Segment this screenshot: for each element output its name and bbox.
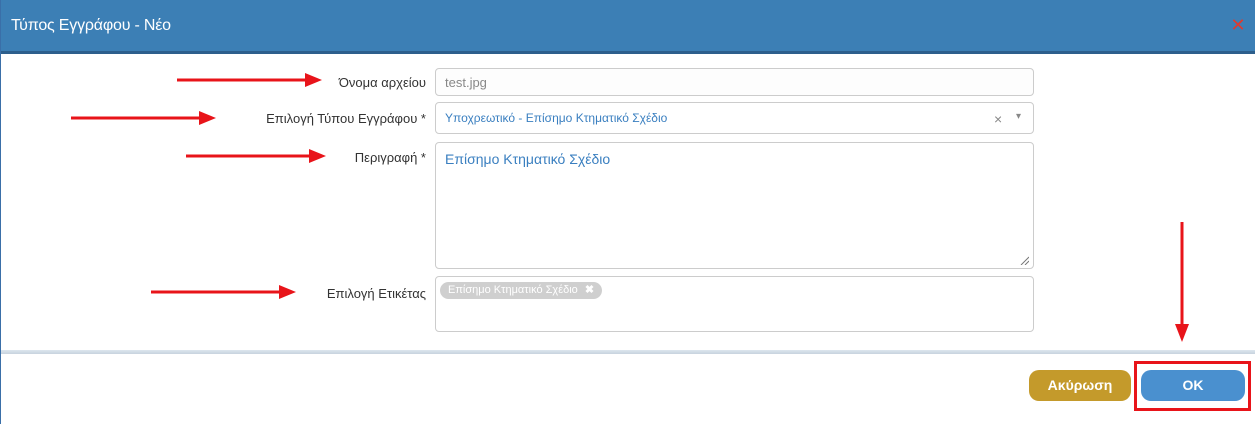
annotation-arrow-right: [186, 149, 326, 163]
annotation-arrow-right: [151, 285, 296, 299]
document-type-dialog: Τύπος Εγγράφου - Νέο ✕ Όνομα αρχείου tes…: [0, 0, 1255, 424]
resize-grip-icon[interactable]: [1019, 255, 1029, 265]
filename-value: test.jpg: [445, 75, 487, 90]
chevron-down-icon[interactable]: ▾: [1016, 111, 1021, 122]
tag-chip-label: Επίσημο Κτηματικό Σχέδιο: [448, 284, 578, 296]
doc-type-select[interactable]: Υποχρεωτικό - Επίσημο Κτηματικό Σχέδιο ×…: [435, 102, 1034, 134]
doc-type-label: Επιλογή Τύπου Εγγράφου *: [266, 111, 426, 126]
annotation-arrow-down: [1175, 222, 1189, 342]
tag-chip: Επίσημο Κτηματικό Σχέδιο ✖: [440, 282, 603, 299]
annotation-arrow-right: [71, 111, 216, 125]
dialog-titlebar: Τύπος Εγγράφου - Νέο ✕: [1, 0, 1255, 54]
remove-tag-icon[interactable]: ✖: [585, 284, 594, 296]
dialog-title: Τύπος Εγγράφου - Νέο: [11, 17, 171, 34]
close-icon[interactable]: ✕: [1228, 15, 1248, 35]
description-textarea[interactable]: Επίσημο Κτηματικό Σχέδιο: [435, 142, 1034, 269]
clear-icon[interactable]: ×: [994, 111, 1002, 127]
doc-type-value: Υποχρεωτικό - Επίσημο Κτηματικό Σχέδιο: [445, 111, 668, 125]
annotation-arrow-right: [177, 73, 322, 87]
filename-input[interactable]: test.jpg: [435, 68, 1034, 96]
description-value: Επίσημο Κτηματικό Σχέδιο: [445, 151, 611, 167]
cancel-button[interactable]: Ακύρωση: [1029, 370, 1131, 401]
ok-highlight-box: [1134, 361, 1251, 411]
